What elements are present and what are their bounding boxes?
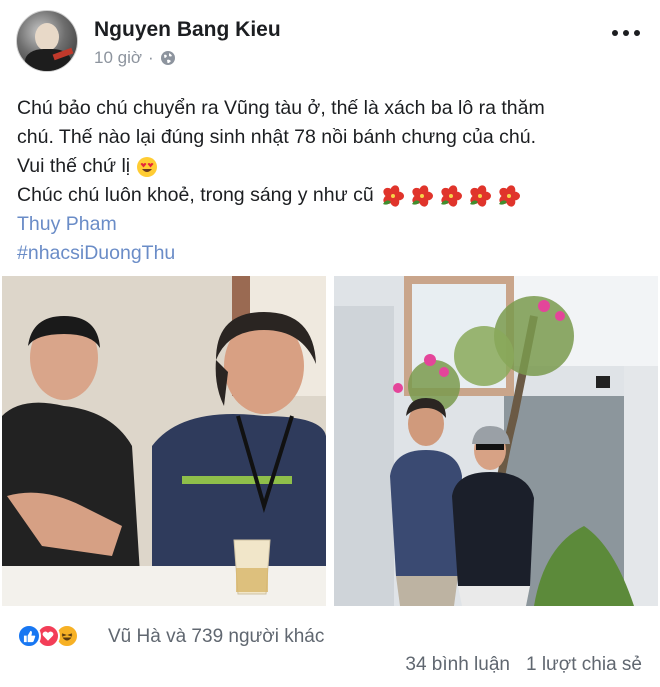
author-avatar[interactable] bbox=[16, 10, 78, 72]
hibiscus-emoji-row bbox=[381, 184, 521, 208]
more-dot bbox=[634, 30, 640, 36]
more-dot bbox=[623, 30, 629, 36]
reaction-summary[interactable]: Vũ Hà và 739 người khác bbox=[108, 626, 324, 648]
author-name[interactable]: Nguyen Bang Kieu bbox=[94, 18, 281, 42]
tagged-person-link[interactable]: Thuy Pham bbox=[17, 210, 645, 239]
facebook-post: Nguyen Bang Kieu 10 giờ · Chú bảo chú ch… bbox=[0, 0, 660, 687]
avatar-face bbox=[35, 23, 59, 51]
post-line: Vui thế chứ lị bbox=[17, 152, 645, 181]
shares-count[interactable]: 1 lượt chia sẻ bbox=[526, 654, 642, 676]
post-line-text: Vui thế chứ lị bbox=[17, 155, 131, 177]
post-time[interactable]: 10 giờ bbox=[94, 48, 142, 68]
post-footer: Vũ Hà và 739 người khác 34 bình luận 1 l… bbox=[0, 612, 660, 687]
two-men-garden-photo[interactable] bbox=[334, 276, 658, 606]
post-body: Chú bảo chú chuyển ra Vũng tàu ở, thế là… bbox=[17, 94, 645, 268]
post-meta: 10 giờ · bbox=[94, 48, 176, 68]
photo-grid bbox=[0, 276, 660, 606]
heart-eyes-emoji-icon bbox=[136, 156, 157, 177]
hibiscus-icon bbox=[383, 185, 405, 207]
more-options-icon[interactable] bbox=[612, 28, 640, 38]
like-icon bbox=[17, 624, 41, 648]
comments-count[interactable]: 34 bình luận bbox=[405, 654, 510, 676]
hibiscus-icon bbox=[499, 185, 521, 207]
hashtag-link[interactable]: #nhacsiDuongThu bbox=[17, 239, 645, 268]
more-dot bbox=[612, 30, 618, 36]
post-line-text: Chúc chú luôn khoẻ, trong sáng y như cũ bbox=[17, 184, 374, 206]
garden-photo-drawing bbox=[334, 276, 658, 606]
globe-icon[interactable] bbox=[160, 50, 176, 66]
seated-photo-drawing bbox=[2, 276, 326, 606]
meta-separator: · bbox=[148, 48, 154, 67]
reaction-icons[interactable] bbox=[17, 624, 79, 648]
hibiscus-icon bbox=[412, 185, 434, 207]
post-line: chú. Thế nào lại đúng sinh nhật 78 nồi b… bbox=[17, 126, 536, 148]
hibiscus-icon bbox=[441, 185, 463, 207]
two-men-seated-photo[interactable] bbox=[2, 276, 326, 606]
post-header: Nguyen Bang Kieu 10 giờ · bbox=[16, 10, 644, 72]
post-line: Chúc chú luôn khoẻ, trong sáng y như cũ bbox=[17, 181, 645, 210]
post-line: Chú bảo chú chuyển ra Vũng tàu ở, thế là… bbox=[17, 97, 545, 119]
engagement-counts: 34 bình luận 1 lượt chia sẻ bbox=[405, 654, 642, 676]
hibiscus-icon bbox=[470, 185, 492, 207]
